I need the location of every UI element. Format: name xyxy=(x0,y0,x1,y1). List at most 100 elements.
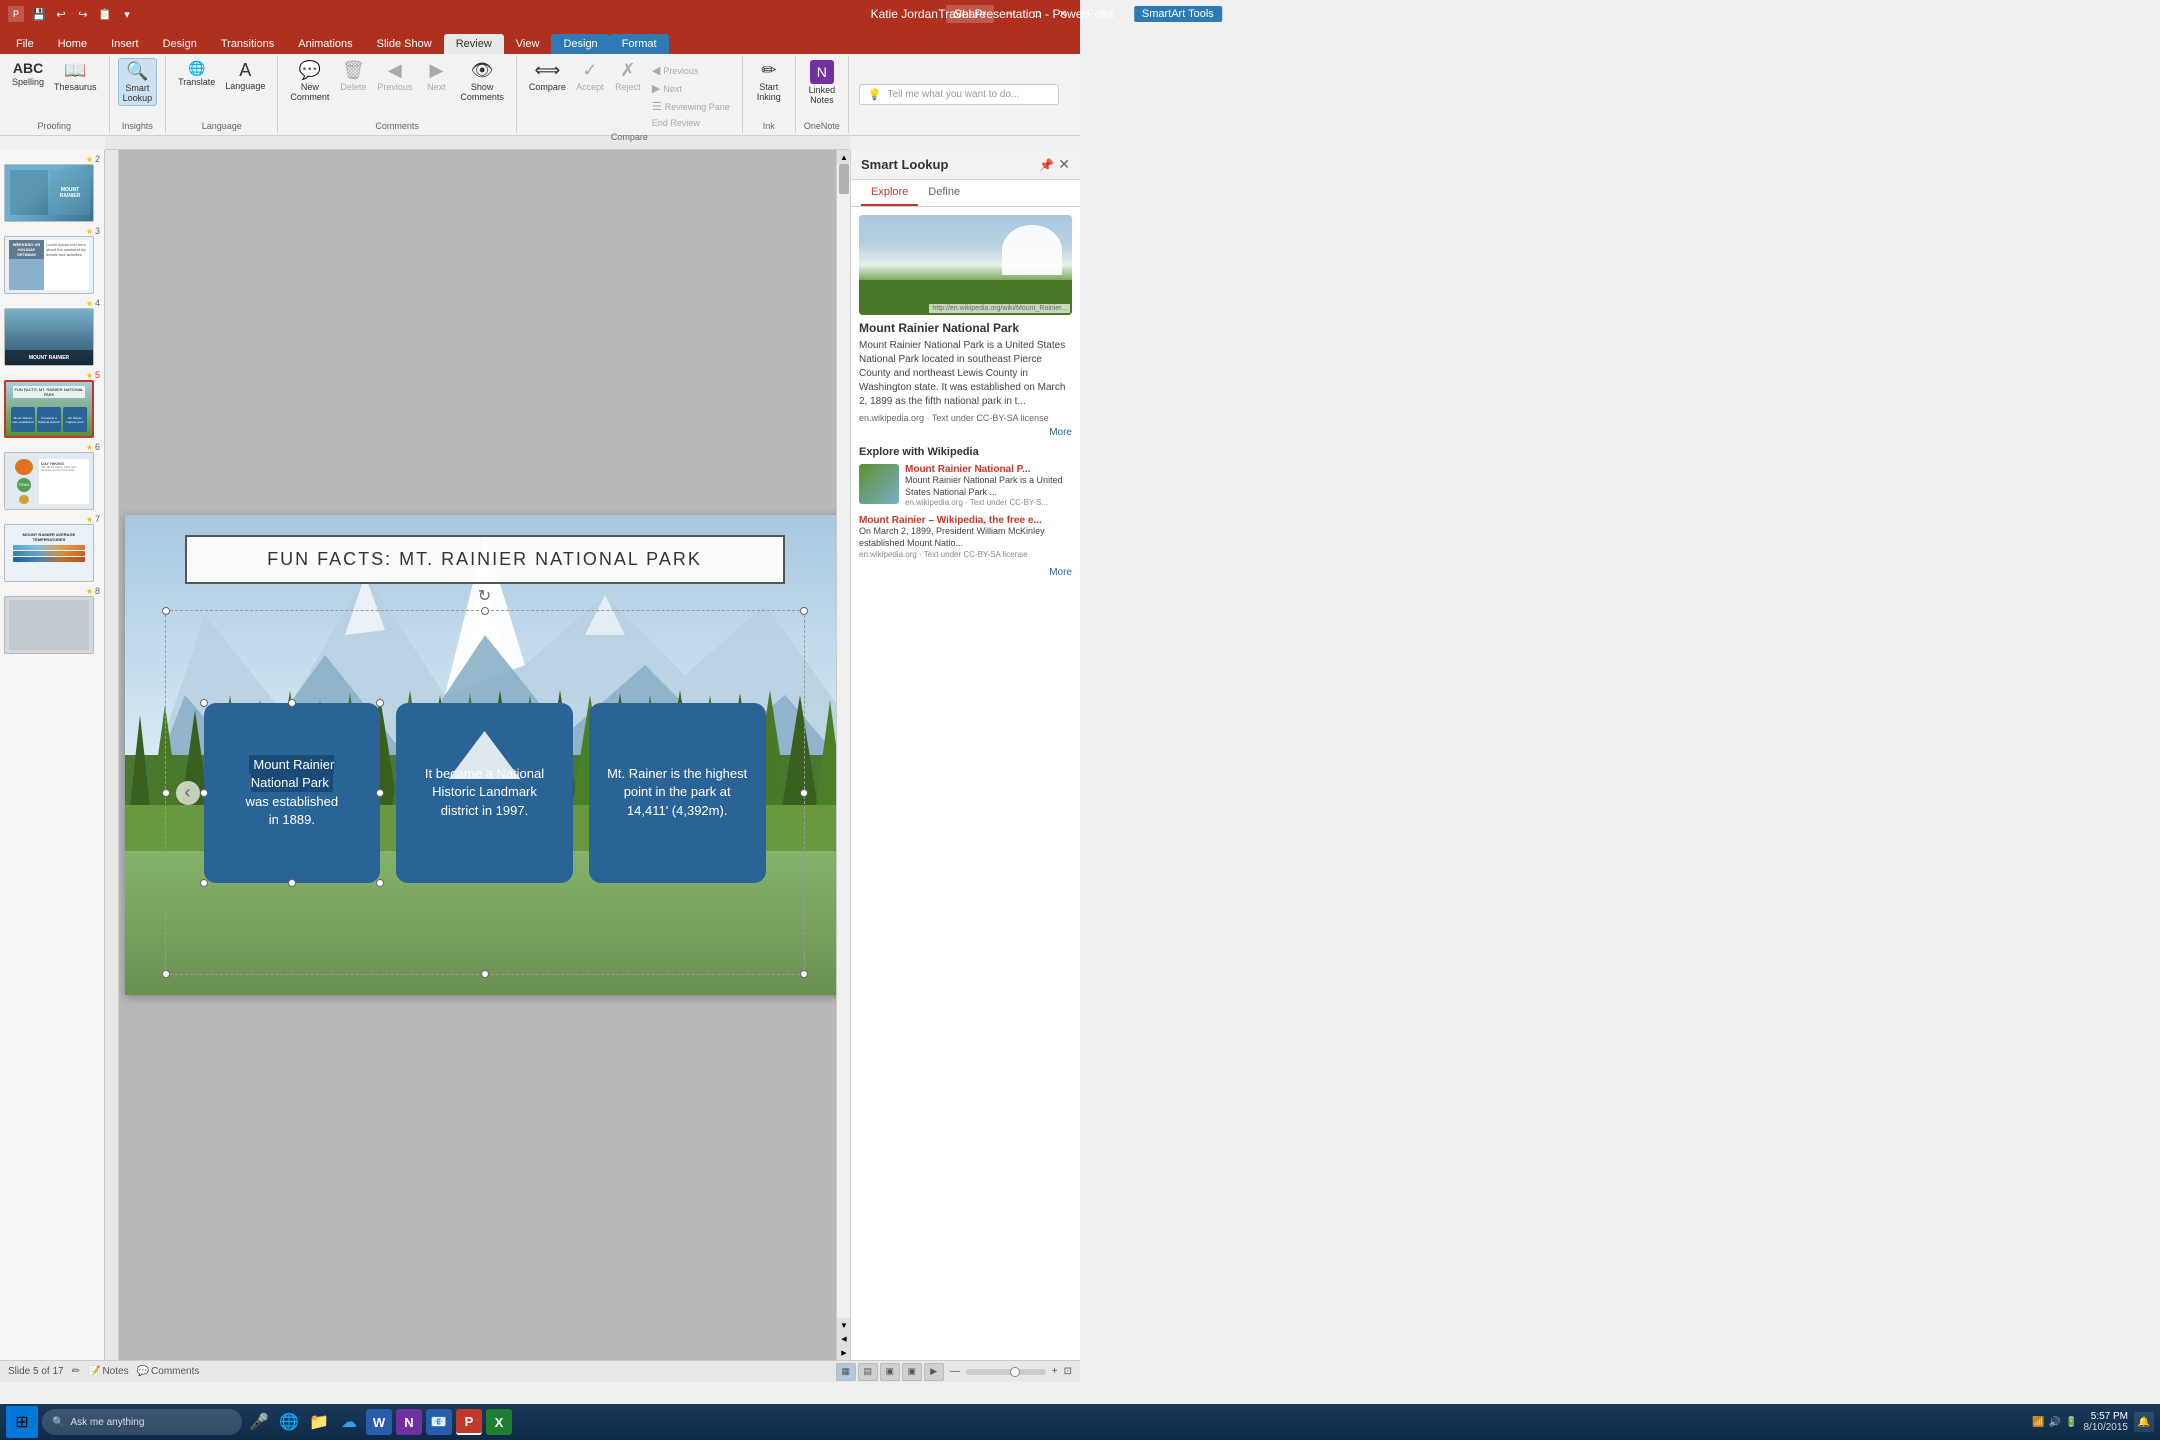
undo-button[interactable]: ↩ xyxy=(52,5,70,23)
tab-review[interactable]: Review xyxy=(444,34,504,54)
tab-animations[interactable]: Animations xyxy=(286,34,364,54)
delete-comment-button[interactable]: 🗑 Delete xyxy=(335,58,371,94)
zoom-slider[interactable] xyxy=(966,1369,1046,1375)
tell-me-input[interactable]: 💡 Tell me what you want to do... xyxy=(859,84,1059,105)
fit-slide-button[interactable]: ⊡ xyxy=(1064,1366,1072,1377)
normal-view-button[interactable]: ▦ xyxy=(836,1363,856,1381)
translate-button[interactable]: 🌐 Translate xyxy=(174,58,219,89)
language-button[interactable]: A Language xyxy=(221,58,269,93)
taskbar-excel[interactable]: X xyxy=(486,1409,512,1435)
taskbar-edge[interactable]: 🌐 xyxy=(276,1409,302,1435)
handle-tl[interactable] xyxy=(162,607,170,615)
tab-slideshow[interactable]: Slide Show xyxy=(365,34,444,54)
user-name[interactable]: Katie Jordan xyxy=(871,7,938,21)
tab-view[interactable]: View xyxy=(504,34,552,54)
notification-button[interactable]: 🔔 xyxy=(2134,1412,2154,1432)
previous-change-button[interactable]: ◀ Previous xyxy=(648,62,702,79)
cortana-mic[interactable]: 🎤 xyxy=(246,1409,272,1435)
tab-smartart-design[interactable]: Design xyxy=(551,34,609,54)
slide-thumb-5[interactable]: ★ 5 FUN FACTS: MT. RAINIER NATIONAL PARK… xyxy=(4,370,100,438)
tab-define[interactable]: Define xyxy=(918,180,970,206)
card1-handle-tl[interactable] xyxy=(200,699,208,707)
info-card-2[interactable]: It became a National Historic Landmark d… xyxy=(396,703,573,883)
more-link-1[interactable]: More xyxy=(859,427,1072,438)
comments-button[interactable]: 💬 Comments xyxy=(137,1366,200,1377)
slide-thumb-6[interactable]: ★ 6 TRAILVISTAS DAY HIKING Info about hi… xyxy=(4,442,100,510)
taskbar-word[interactable]: W xyxy=(366,1409,392,1435)
linked-notes-button[interactable]: N LinkedNotes xyxy=(804,58,840,107)
zoom-thumb[interactable] xyxy=(1010,1367,1020,1377)
scroll-thumb[interactable] xyxy=(839,164,849,194)
handle-tr[interactable] xyxy=(800,607,808,615)
tab-transitions[interactable]: Transitions xyxy=(209,34,286,54)
new-comment-button[interactable]: 💬 NewComment xyxy=(286,58,333,104)
slide-sorter-button[interactable]: ▣ xyxy=(880,1363,900,1381)
slide-thumb-2[interactable]: ★ 2 MOUNTRAINIER xyxy=(4,154,100,222)
handle-tc[interactable] xyxy=(481,607,489,615)
handle-mr[interactable] xyxy=(800,789,808,797)
zoom-in-button[interactable]: + xyxy=(1052,1366,1058,1377)
tab-insert[interactable]: Insert xyxy=(99,34,151,54)
compare-button[interactable]: ⟺ Compare xyxy=(525,58,570,130)
canvas-scroll-vertical[interactable]: ▲ ▼ ◀ ▶ xyxy=(836,150,850,1360)
present-button[interactable]: 📋 xyxy=(96,5,114,23)
tab-home[interactable]: Home xyxy=(46,34,99,54)
taskbar-search[interactable]: 🔍 Ask me anything xyxy=(42,1409,242,1435)
slide-thumb-4[interactable]: ★ 4 MOUNT RAINIER xyxy=(4,298,100,366)
card1-handle-bl[interactable] xyxy=(200,879,208,887)
slide-thumb-8[interactable]: ★ 8 xyxy=(4,586,100,654)
scroll-track[interactable] xyxy=(837,164,850,1318)
zoom-out-button[interactable]: — xyxy=(950,1366,960,1377)
smartart-nav-arrow[interactable]: ‹ xyxy=(176,781,200,805)
panel-pin-button[interactable]: 📌 xyxy=(1039,158,1054,172)
taskbar-powerpoint[interactable]: P xyxy=(456,1409,482,1435)
reject-button[interactable]: ✗ Reject xyxy=(610,58,646,130)
smart-lookup-button[interactable]: 🔍 SmartLookup xyxy=(118,58,158,106)
slide-thumb-3[interactable]: ★ 3 WEEKEND OR HOLIDAY GETAWAY Lorem ips… xyxy=(4,226,100,294)
spelling-button[interactable]: ABC Spelling xyxy=(8,58,48,89)
info-card-1[interactable]: Mount RainierNational Park was establish… xyxy=(204,703,381,883)
outline-view-button[interactable]: ▤ xyxy=(858,1363,878,1381)
tab-smartart-format[interactable]: Format xyxy=(610,34,669,54)
next-change-button[interactable]: ▶ Next xyxy=(648,80,686,97)
redo-button[interactable]: ↪ xyxy=(74,5,92,23)
tab-explore[interactable]: Explore xyxy=(861,180,918,206)
handle-ml[interactable] xyxy=(162,789,170,797)
end-review-button[interactable]: End Review xyxy=(648,116,704,130)
card1-handle-b[interactable] xyxy=(288,879,296,887)
save-button[interactable]: 💾 xyxy=(30,5,48,23)
card1-handle-br[interactable] xyxy=(376,879,384,887)
scroll-adjust-1[interactable]: ◀ xyxy=(837,1332,850,1346)
taskbar-explorer[interactable]: 📁 xyxy=(306,1409,332,1435)
scroll-down-button[interactable]: ▼ xyxy=(837,1318,850,1332)
slide-thumb-7[interactable]: ★ 7 MOUNT RAINIER AVERAGE TEMPERATURES xyxy=(4,514,100,582)
smartart-container[interactable]: ↻ ‹ Mount RainierNational Pa xyxy=(165,610,805,975)
tab-design[interactable]: Design xyxy=(151,34,209,54)
wiki-title-2[interactable]: Mount Rainier – Wikipedia, the free e... xyxy=(859,515,1072,526)
taskbar-clock[interactable]: 5:57 PM 8/10/2015 xyxy=(2084,1411,2129,1433)
handle-bl[interactable] xyxy=(162,970,170,978)
taskbar-onedrive[interactable]: ☁ xyxy=(336,1409,362,1435)
customize-qat-button[interactable]: ▾ xyxy=(118,5,136,23)
slideshow-view-button[interactable]: ▶ xyxy=(924,1363,944,1381)
next-comment-button[interactable]: ▶ Next xyxy=(418,58,454,94)
taskbar-outlook[interactable]: 📧 xyxy=(426,1409,452,1435)
info-card-3[interactable]: Mt. Rainer is the highest point in the p… xyxy=(589,703,766,883)
tab-file[interactable]: File xyxy=(4,34,46,54)
show-comments-button[interactable]: 👁 ShowComments xyxy=(456,58,508,104)
wiki-title-1[interactable]: Mount Rainier National P... xyxy=(905,464,1072,475)
start-button[interactable]: ⊞ xyxy=(6,1406,38,1438)
rotate-handle[interactable]: ↻ xyxy=(478,586,491,606)
card1-handle-t[interactable] xyxy=(288,699,296,707)
reading-view-button[interactable]: ▣ xyxy=(902,1363,922,1381)
reviewing-pane-button[interactable]: ☰ Reviewing Pane xyxy=(648,98,734,115)
card1-handle-r[interactable] xyxy=(376,789,384,797)
taskbar-onenote[interactable]: N xyxy=(396,1409,422,1435)
handle-br[interactable] xyxy=(800,970,808,978)
scroll-adjust-2[interactable]: ▶ xyxy=(837,1346,850,1360)
previous-comment-button[interactable]: ◀ Previous xyxy=(373,58,416,94)
more-link-2[interactable]: More xyxy=(859,567,1072,578)
card1-handle-l[interactable] xyxy=(200,789,208,797)
handle-bc[interactable] xyxy=(481,970,489,978)
notes-button[interactable]: 📝 Notes xyxy=(88,1366,129,1377)
